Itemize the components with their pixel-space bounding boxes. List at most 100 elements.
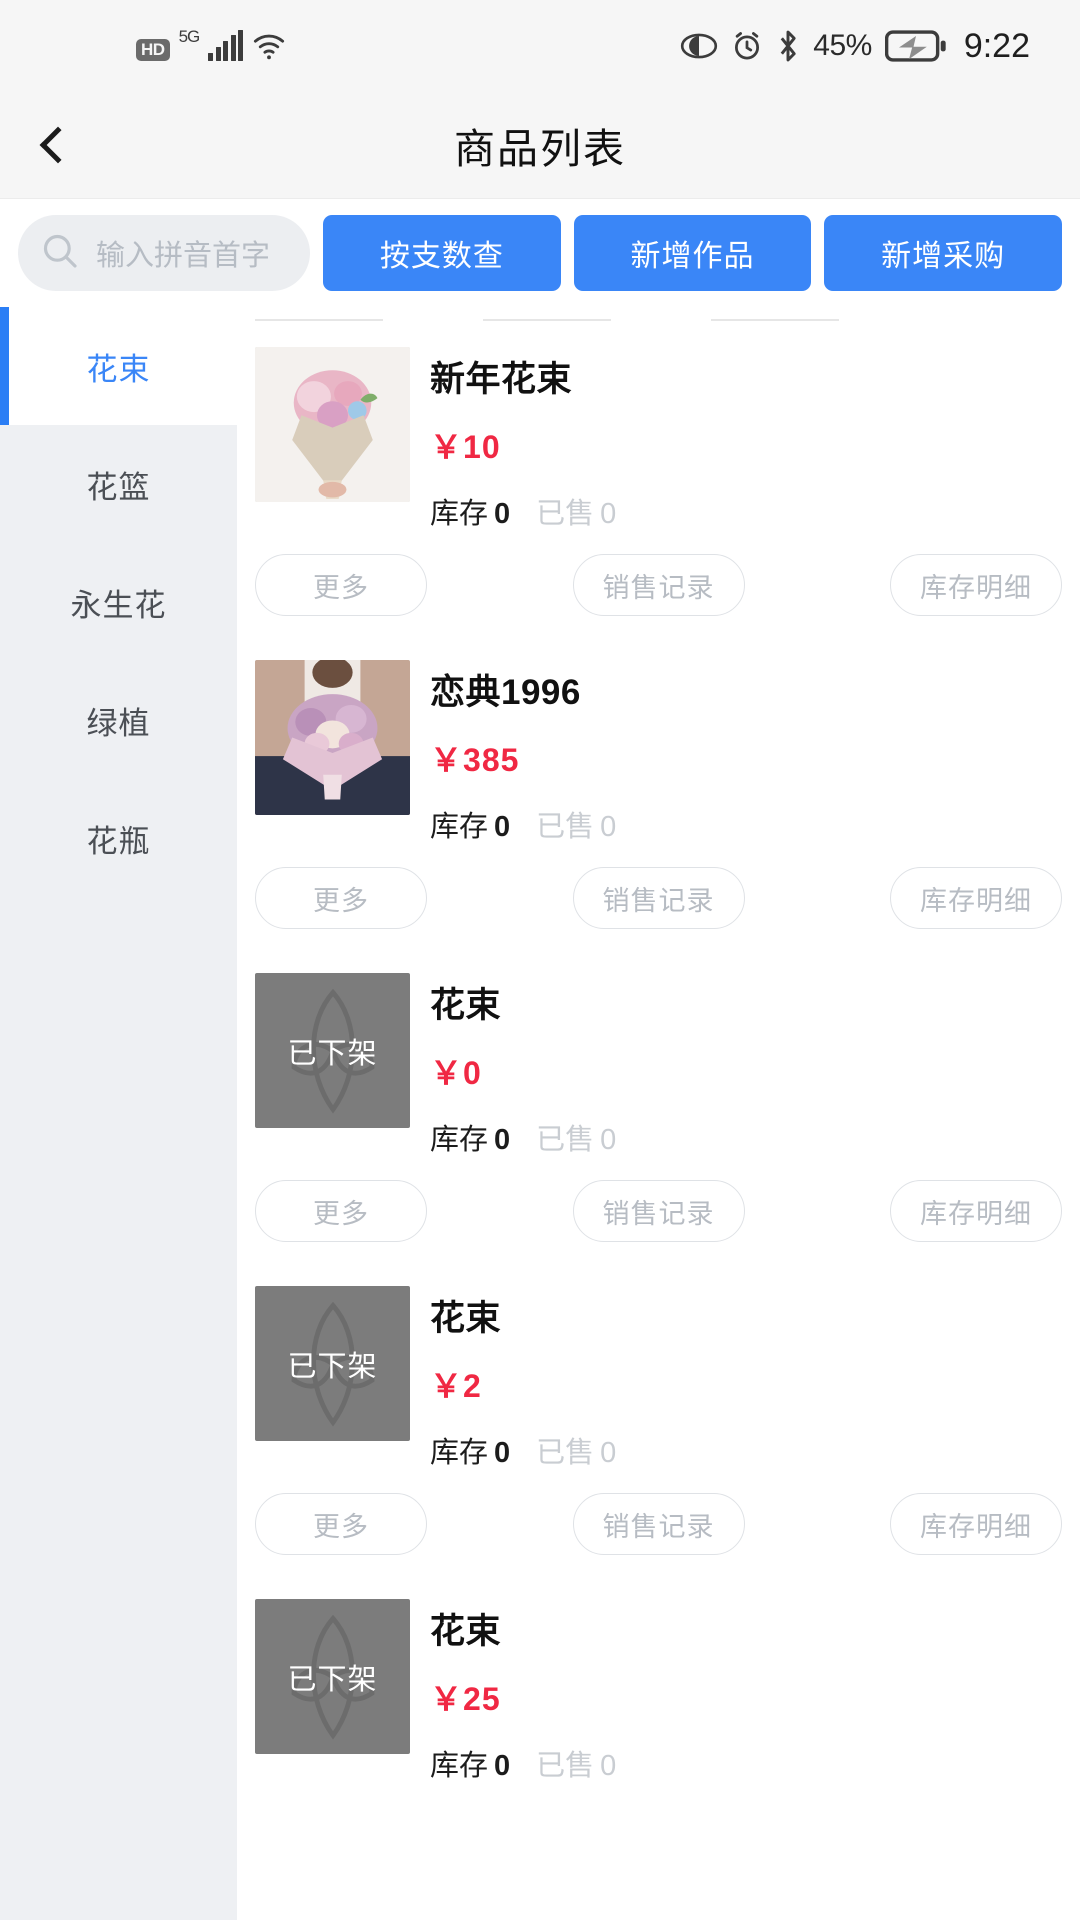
product-card[interactable]: 恋典1996 ￥385 库存 0 已售 0 更多 销售记录 库存明细: [237, 642, 1080, 955]
sold-value: 0: [600, 1750, 617, 1782]
add-product-button[interactable]: 新增作品: [573, 215, 812, 291]
product-name: 花束: [430, 986, 502, 1025]
product-list[interactable]: 新年花束 ￥10 库存 0 已售 0 更多 销售记录 库存明细 恋典1996 ￥…: [237, 307, 1080, 1920]
sidebar-item-hualan[interactable]: 花篮: [0, 425, 237, 543]
product-thumbnail[interactable]: 已下架: [255, 1286, 410, 1441]
battery-percent-label: 45%: [813, 29, 872, 62]
product-name: 新年花束: [430, 360, 573, 399]
stock-value: 0: [494, 1750, 511, 1782]
sold-info: 已售 0: [536, 1429, 616, 1471]
sidebar-item-huashu[interactable]: 花束: [0, 307, 237, 425]
product-thumbnail[interactable]: 已下架: [255, 1599, 410, 1754]
add-purchase-button[interactable]: 新增采购: [824, 215, 1063, 291]
stock-info: 库存 0: [430, 803, 510, 845]
stock-info: 库存 0: [430, 490, 510, 532]
sold-label: 已售: [536, 1437, 595, 1469]
product-info: 花束 ￥0 库存 0 已售 0: [430, 973, 1062, 1158]
sidebar-item-label: 永生花: [70, 587, 167, 623]
stock-label: 库存: [430, 1437, 489, 1469]
product-price: ￥2: [430, 1361, 1062, 1407]
sold-info: 已售 0: [536, 1116, 616, 1158]
currency-symbol: ￥: [430, 429, 464, 465]
sales-record-button[interactable]: 销售记录: [572, 554, 745, 616]
more-button[interactable]: 更多: [255, 554, 427, 616]
stock-detail-button[interactable]: 库存明细: [890, 867, 1062, 929]
sold-info: 已售 0: [536, 490, 616, 532]
offline-badge: 已下架: [287, 1663, 378, 1696]
stock-detail-button[interactable]: 库存明细: [890, 554, 1062, 616]
product-card-actions: 更多 销售记录 库存明细: [255, 532, 1062, 642]
sold-value: 0: [600, 1124, 617, 1156]
offline-badge: 已下架: [287, 1350, 378, 1383]
sidebar-item-label: 花束: [86, 351, 151, 387]
more-button[interactable]: 更多: [255, 867, 427, 929]
product-thumbnail[interactable]: 已下架: [255, 973, 410, 1128]
product-meta: 库存 0 已售 0: [430, 490, 1062, 532]
product-card[interactable]: 已下架 花束 ￥25 库存 0 已售 0: [237, 1581, 1080, 1784]
alarm-icon: [731, 30, 763, 62]
sidebar-item-huaping[interactable]: 花瓶: [0, 779, 237, 897]
more-button[interactable]: 更多: [255, 1493, 427, 1555]
stock-value: 0: [494, 1437, 511, 1469]
filter-by-stem-count-button[interactable]: 按支数查: [323, 215, 561, 291]
status-bar: HD 5G 45% 9:22: [0, 0, 1080, 92]
product-thumbnail[interactable]: [255, 660, 410, 815]
sidebar-item-label: 绿植: [86, 705, 151, 741]
sales-record-button[interactable]: 销售记录: [572, 1493, 745, 1555]
stock-value: 0: [494, 811, 511, 843]
price-value: 2: [463, 1368, 482, 1404]
price-value: 25: [463, 1681, 501, 1717]
sidebar-item-yongshenghua[interactable]: 永生花: [0, 543, 237, 661]
stock-label: 库存: [430, 498, 489, 530]
price-value: 10: [463, 429, 501, 465]
currency-symbol: ￥: [430, 1055, 464, 1091]
sidebar-item-lvzhi[interactable]: 绿植: [0, 661, 237, 779]
product-card[interactable]: 新年花束 ￥10 库存 0 已售 0 更多 销售记录 库存明细: [237, 329, 1080, 642]
product-info: 恋典1996 ￥385 库存 0 已售 0: [430, 660, 1062, 845]
search-box[interactable]: 输入拼音首字: [18, 215, 310, 291]
stock-detail-button[interactable]: 库存明细: [890, 1493, 1062, 1555]
stock-value: 0: [494, 498, 511, 530]
sold-value: 0: [600, 811, 617, 843]
sales-record-button[interactable]: 销售记录: [572, 1180, 745, 1242]
currency-symbol: ￥: [430, 1681, 464, 1717]
product-card[interactable]: 已下架 花束 ￥2 库存 0 已售 0 更多 销售记录 库存明细: [237, 1268, 1080, 1581]
stock-label: 库存: [430, 1124, 489, 1156]
list-scroll-stub: [237, 307, 1080, 329]
hd-icon: HD: [136, 39, 170, 61]
category-sidebar[interactable]: 花束 花篮 永生花 绿植 花瓶: [0, 307, 237, 1920]
product-price: ￥25: [430, 1674, 1062, 1720]
stock-info: 库存 0: [430, 1742, 510, 1784]
product-name: 恋典1996: [430, 673, 581, 712]
search-input[interactable]: 输入拼音首字: [96, 232, 270, 274]
more-button[interactable]: 更多: [255, 1180, 427, 1242]
product-card-actions: 更多 销售记录 库存明细: [255, 1158, 1062, 1268]
stock-info: 库存 0: [430, 1429, 510, 1471]
product-name: 花束: [430, 1612, 502, 1651]
sidebar-item-label: 花瓶: [86, 823, 151, 859]
chevron-left-icon: [39, 126, 77, 164]
product-info: 新年花束 ￥10 库存 0 已售 0: [430, 347, 1062, 532]
toolbar: 输入拼音首字 按支数查 新增作品 新增采购: [0, 199, 1080, 307]
currency-symbol: ￥: [430, 742, 464, 778]
offline-badge: 已下架: [287, 1037, 378, 1070]
product-price: ￥385: [430, 735, 1062, 781]
product-meta: 库存 0 已售 0: [430, 803, 1062, 845]
product-card-main: 已下架 花束 ￥25 库存 0 已售 0: [255, 1581, 1062, 1784]
sidebar-item-label: 花篮: [86, 469, 151, 505]
product-card[interactable]: 已下架 花束 ￥0 库存 0 已售 0 更多 销售记录 库存明细: [237, 955, 1080, 1268]
product-card-actions: 更多 销售记录 库存明细: [255, 845, 1062, 955]
back-button[interactable]: [0, 92, 96, 198]
product-price: ￥0: [430, 1048, 1062, 1094]
sales-record-button[interactable]: 销售记录: [572, 867, 745, 929]
stock-detail-button[interactable]: 库存明细: [890, 1180, 1062, 1242]
price-value: 385: [463, 742, 520, 778]
product-card-main: 已下架 花束 ￥2 库存 0 已售 0: [255, 1268, 1062, 1471]
product-name: 花束: [430, 1299, 502, 1338]
product-meta: 库存 0 已售 0: [430, 1116, 1062, 1158]
stock-label: 库存: [430, 811, 489, 843]
stock-value: 0: [494, 1124, 511, 1156]
sold-label: 已售: [536, 811, 595, 843]
product-card-actions: 更多 销售记录 库存明细: [255, 1471, 1062, 1581]
product-thumbnail[interactable]: [255, 347, 410, 502]
